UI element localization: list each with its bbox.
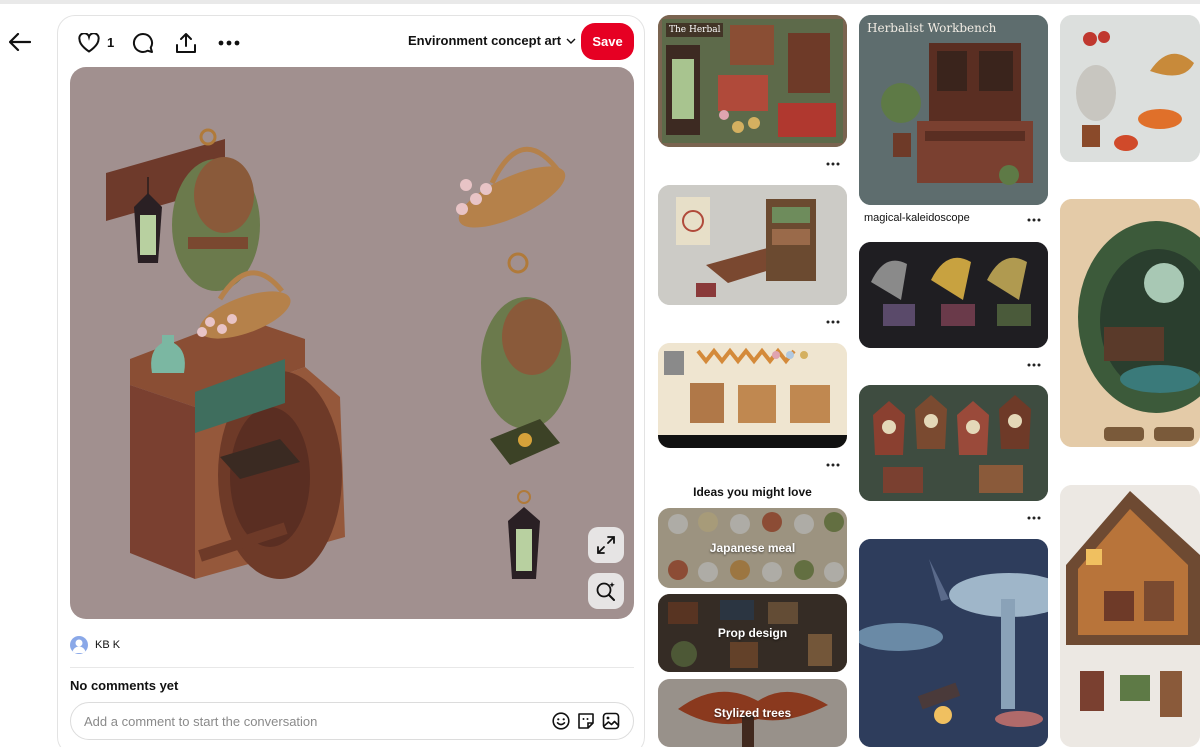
chevron-down-icon (566, 38, 576, 44)
feed-pin-cottage-interior[interactable] (1060, 485, 1200, 747)
image-icon (602, 712, 620, 730)
idea-stylized-trees[interactable]: Stylized trees (658, 679, 847, 747)
more-icon (1027, 218, 1041, 222)
pin-herbalist-title[interactable]: magical-kaleidoscope (864, 212, 970, 224)
pin-illustration (106, 128, 571, 579)
comment-button[interactable] (129, 29, 157, 57)
emoji-icon (552, 712, 570, 730)
pin-toolbar: 1 Environment concept art Save (58, 16, 644, 68)
more-options-button[interactable] (215, 29, 243, 57)
expand-button[interactable] (588, 527, 624, 563)
herbalist-overlay-title: Herbalist Workbench (867, 21, 997, 35)
pin-herbal-shop-more-button[interactable] (823, 158, 843, 168)
back-arrow-icon (9, 33, 31, 51)
idea-label[interactable]: Stylized trees (714, 706, 791, 720)
top-divider (0, 0, 1200, 4)
user-icon (72, 639, 86, 653)
cuckoo-clocks-thumbnail (859, 385, 1048, 501)
more-icon (1027, 363, 1041, 367)
share-button[interactable] (172, 29, 200, 57)
gramophones-thumbnail (859, 242, 1048, 348)
feed-pin-mushroom-world[interactable] (859, 539, 1048, 747)
image-button[interactable] (600, 710, 622, 732)
comment-placeholder[interactable]: Add a comment to start the conversation (84, 714, 550, 729)
ideas-heading: Ideas you might love (693, 485, 812, 499)
like-count: 1 (107, 35, 115, 50)
market-stall-thumbnail (658, 343, 847, 448)
share-icon (176, 33, 196, 53)
idea-label[interactable]: Prop design (718, 626, 787, 640)
feed-pin-study-room[interactable] (658, 185, 847, 305)
mushroom-world-thumbnail (859, 539, 1048, 747)
study-room-thumbnail (658, 185, 847, 305)
feed-pin-market-stall[interactable] (658, 343, 847, 448)
visual-search-icon (596, 582, 615, 601)
idea-label[interactable]: Japanese meal (710, 541, 795, 555)
comments-divider (70, 667, 634, 668)
pin-gramophones-more-button[interactable] (1024, 359, 1044, 369)
herbal-shop-overlay-title: The Herbal (666, 23, 724, 37)
back-button[interactable] (6, 28, 34, 56)
cottage-interior-thumbnail (1060, 485, 1200, 747)
feed-pin-herbal-shop[interactable]: The Herbal (658, 15, 847, 147)
heart-icon (78, 33, 100, 53)
idea-japanese-meal[interactable]: Japanese meal (658, 508, 847, 588)
sticker-icon (578, 713, 594, 729)
feed-pin-cuckoo-clocks[interactable] (859, 385, 1048, 501)
pin-market-stall-more-button[interactable] (823, 459, 843, 469)
comments-heading: No comments yet (70, 678, 179, 693)
pin-author[interactable]: KB K (70, 636, 120, 654)
pin-study-room-more-button[interactable] (823, 316, 843, 326)
emoji-button[interactable] (550, 710, 572, 732)
visual-search-button[interactable] (588, 573, 624, 609)
herbalist-workbench-thumbnail (859, 15, 1048, 205)
sticker-button[interactable] (575, 710, 597, 732)
pin-cuckoo-clocks-more-button[interactable] (1024, 512, 1044, 522)
comment-icon (132, 32, 154, 53)
feed-pin-gramophones[interactable] (859, 242, 1048, 348)
more-icon (826, 162, 840, 166)
board-name: Environment concept art (408, 33, 562, 48)
pin-detail-card: 1 Environment concept art Save KB K No c… (57, 15, 645, 747)
pin-herbalist-more-button[interactable] (1024, 214, 1044, 224)
save-button[interactable]: Save (581, 23, 634, 60)
comment-input[interactable]: Add a comment to start the conversation (70, 702, 634, 740)
pin-image[interactable] (70, 67, 634, 619)
board-selector[interactable]: Environment concept art (408, 33, 576, 48)
teapots-thumbnail (1060, 15, 1200, 162)
like-button[interactable] (75, 29, 103, 57)
idea-prop-design[interactable]: Prop design (658, 594, 847, 672)
more-icon (826, 320, 840, 324)
more-icon (826, 463, 840, 467)
tree-library-thumbnail (1060, 199, 1200, 447)
feed-pin-tree-library[interactable] (1060, 199, 1200, 447)
more-icon (1027, 516, 1041, 520)
avatar[interactable] (70, 636, 88, 654)
more-icon (218, 40, 240, 46)
feed-pin-herbalist-workbench[interactable]: Herbalist Workbench (859, 15, 1048, 205)
author-name[interactable]: KB K (95, 639, 120, 651)
feed-pin-teapots[interactable] (1060, 15, 1200, 162)
expand-icon (597, 536, 615, 554)
